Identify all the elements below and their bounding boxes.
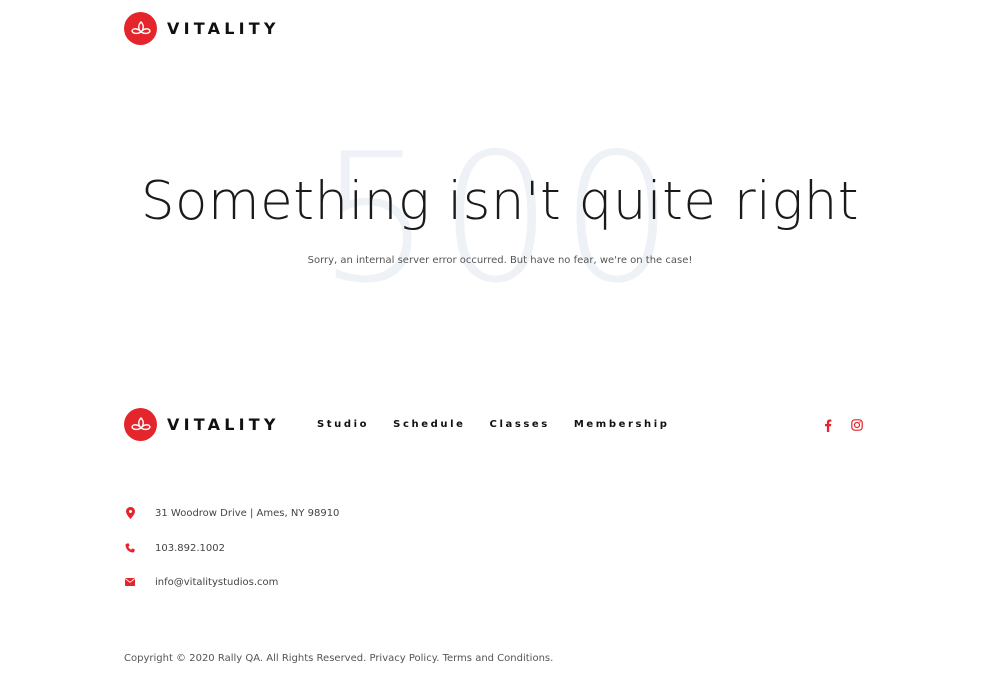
contact-email: info@vitalitystudios.com <box>124 576 278 588</box>
error-headline: Something isn't quite right <box>140 171 860 232</box>
lotus-logo-icon <box>124 408 157 441</box>
footer-nav-studio[interactable]: Studio <box>317 419 369 430</box>
terms-link[interactable]: Terms and Conditions. <box>443 653 554 664</box>
brand-name: VITALITY <box>167 19 280 38</box>
privacy-policy-link[interactable]: Privacy Policy. <box>369 653 439 664</box>
footer-nav: Studio Schedule Classes Membership <box>317 419 694 430</box>
contact-phone: 103.892.1002 <box>124 542 225 554</box>
lotus-logo-icon <box>124 12 157 45</box>
phone-link[interactable]: 103.892.1002 <box>155 543 225 554</box>
copyright: Copyright © 2020 Rally QA. All Rights Re… <box>124 653 553 664</box>
email-link[interactable]: info@vitalitystudios.com <box>155 577 278 588</box>
envelope-icon <box>124 576 136 588</box>
phone-icon <box>124 542 136 554</box>
instagram-icon[interactable] <box>850 418 864 432</box>
address-text: 31 Woodrow Drive | Ames, NY 98910 <box>155 507 340 519</box>
footer-logo[interactable]: VITALITY <box>124 408 280 441</box>
contact-address: 31 Woodrow Drive | Ames, NY 98910 <box>124 507 339 519</box>
copyright-text: Copyright © 2020 Rally QA. All Rights Re… <box>124 653 367 664</box>
error-message: Sorry, an internal server error occurred… <box>307 255 693 266</box>
footer-brand-name: VITALITY <box>167 415 280 434</box>
footer-nav-schedule[interactable]: Schedule <box>393 419 465 430</box>
footer-nav-membership[interactable]: Membership <box>574 419 670 430</box>
header-logo[interactable]: VITALITY <box>124 12 280 45</box>
map-pin-icon <box>124 507 136 519</box>
facebook-icon[interactable] <box>821 418 835 432</box>
error-hero: 500 Something isn't quite right Sorry, a… <box>0 130 1000 320</box>
footer-nav-classes[interactable]: Classes <box>490 419 550 430</box>
